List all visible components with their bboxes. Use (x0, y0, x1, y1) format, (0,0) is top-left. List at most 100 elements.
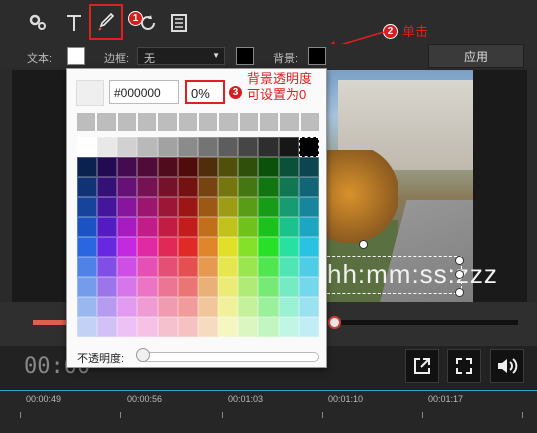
palette-swatch[interactable] (117, 297, 138, 317)
palette-swatch[interactable] (258, 197, 279, 217)
palette-swatch[interactable] (117, 217, 138, 237)
palette-swatch[interactable] (77, 297, 98, 317)
recent-color-swatch[interactable] (178, 113, 197, 131)
palette-swatch[interactable] (238, 317, 259, 337)
palette-swatch[interactable] (177, 297, 198, 317)
palette-swatch[interactable] (298, 157, 319, 177)
palette-swatch[interactable] (137, 177, 158, 197)
palette-swatch[interactable] (258, 237, 279, 257)
palette-swatch[interactable] (278, 177, 299, 197)
opacity-slider-knob[interactable] (136, 348, 150, 362)
palette-swatch[interactable] (238, 217, 259, 237)
palette-swatch[interactable] (258, 277, 279, 297)
palette-swatch[interactable] (97, 177, 118, 197)
palette-swatch[interactable] (137, 217, 158, 237)
opacity-slider-track[interactable] (137, 352, 319, 362)
seek-remaining[interactable] (335, 320, 518, 325)
resize-handle-right[interactable] (455, 270, 464, 279)
palette-swatch[interactable] (117, 137, 138, 157)
palette-swatch[interactable] (197, 297, 219, 317)
recent-color-swatch[interactable] (158, 113, 177, 131)
palette-swatch[interactable] (298, 237, 319, 257)
palette-swatch[interactable] (117, 177, 138, 197)
palette-swatch[interactable] (177, 137, 198, 157)
palette-swatch[interactable] (197, 157, 219, 177)
apply-button[interactable]: 应用 (428, 44, 524, 68)
palette-swatch[interactable] (278, 137, 299, 157)
palette-swatch[interactable] (77, 197, 98, 217)
palette-swatch[interactable] (157, 177, 178, 197)
palette-swatch[interactable] (117, 197, 138, 217)
palette-swatch[interactable] (177, 197, 198, 217)
palette-swatch[interactable] (197, 237, 219, 257)
palette-swatch[interactable] (278, 217, 299, 237)
palette-swatch[interactable] (97, 137, 118, 157)
palette-swatch[interactable] (157, 217, 178, 237)
palette-swatch[interactable] (238, 177, 259, 197)
palette-swatch[interactable] (77, 157, 98, 177)
palette-swatch[interactable] (137, 257, 158, 277)
palette-swatch[interactable] (97, 237, 118, 257)
palette-swatch[interactable] (177, 317, 198, 337)
palette-swatch[interactable] (137, 157, 158, 177)
palette-swatch[interactable] (77, 317, 98, 337)
recent-color-swatch[interactable] (198, 113, 218, 131)
palette-swatch[interactable] (218, 217, 239, 237)
palette-swatch[interactable] (298, 197, 319, 217)
recent-color-swatch[interactable] (280, 113, 299, 131)
palette-swatch[interactable] (97, 277, 118, 297)
volume-icon[interactable] (490, 349, 524, 383)
palette-swatch[interactable] (258, 157, 279, 177)
palette-swatch[interactable] (218, 157, 239, 177)
palette-swatch[interactable] (298, 177, 319, 197)
palette-swatch[interactable] (137, 317, 158, 337)
rotate-handle[interactable] (359, 240, 368, 249)
palette-swatch[interactable] (238, 137, 259, 157)
palette-swatch[interactable] (77, 277, 98, 297)
palette-swatch[interactable] (278, 157, 299, 177)
palette-swatch[interactable] (117, 157, 138, 177)
palette-swatch[interactable] (238, 157, 259, 177)
palette-swatch[interactable] (218, 237, 239, 257)
recent-color-swatch[interactable] (219, 113, 238, 131)
recent-color-swatch[interactable] (239, 113, 258, 131)
palette-swatch[interactable] (258, 257, 279, 277)
palette-swatch[interactable] (258, 317, 279, 337)
palette-swatch[interactable] (117, 257, 138, 277)
palette-swatch[interactable] (137, 297, 158, 317)
palette-swatch[interactable] (157, 277, 178, 297)
palette-swatch[interactable] (258, 177, 279, 197)
palette-swatch[interactable] (77, 237, 98, 257)
palette-swatch[interactable] (197, 197, 219, 217)
palette-swatch[interactable] (238, 277, 259, 297)
palette-swatch[interactable] (197, 277, 219, 297)
palette-swatch[interactable] (177, 177, 198, 197)
palette-swatch[interactable] (177, 257, 198, 277)
palette-swatch[interactable] (77, 177, 98, 197)
recent-color-swatch[interactable] (300, 113, 319, 131)
export-icon[interactable] (405, 349, 439, 383)
text-icon[interactable] (60, 8, 88, 38)
palette-swatch[interactable] (298, 217, 319, 237)
settings-gears-icon[interactable] (24, 8, 52, 38)
palette-swatch[interactable] (298, 297, 319, 317)
background-color-swatch[interactable] (308, 47, 326, 65)
palette-swatch[interactable] (197, 217, 219, 237)
palette-swatch[interactable] (157, 197, 178, 217)
palette-swatch[interactable] (197, 177, 219, 197)
palette-swatch[interactable] (157, 137, 178, 157)
palette-swatch[interactable] (278, 197, 299, 217)
palette-swatch[interactable] (97, 197, 118, 217)
palette-swatch[interactable] (238, 197, 259, 217)
palette-swatch[interactable] (177, 277, 198, 297)
palette-swatch[interactable] (197, 257, 219, 277)
recent-color-swatch[interactable] (97, 113, 116, 131)
palette-swatch[interactable] (157, 297, 178, 317)
timestamp-text-overlay[interactable]: hh:mm:ss:zzz (322, 256, 497, 294)
palette-swatch[interactable] (117, 237, 138, 257)
fullscreen-icon[interactable] (447, 349, 481, 383)
palette-swatch[interactable] (218, 257, 239, 277)
palette-swatch[interactable] (197, 137, 219, 157)
palette-swatch[interactable] (298, 317, 319, 337)
palette-swatch[interactable] (137, 277, 158, 297)
